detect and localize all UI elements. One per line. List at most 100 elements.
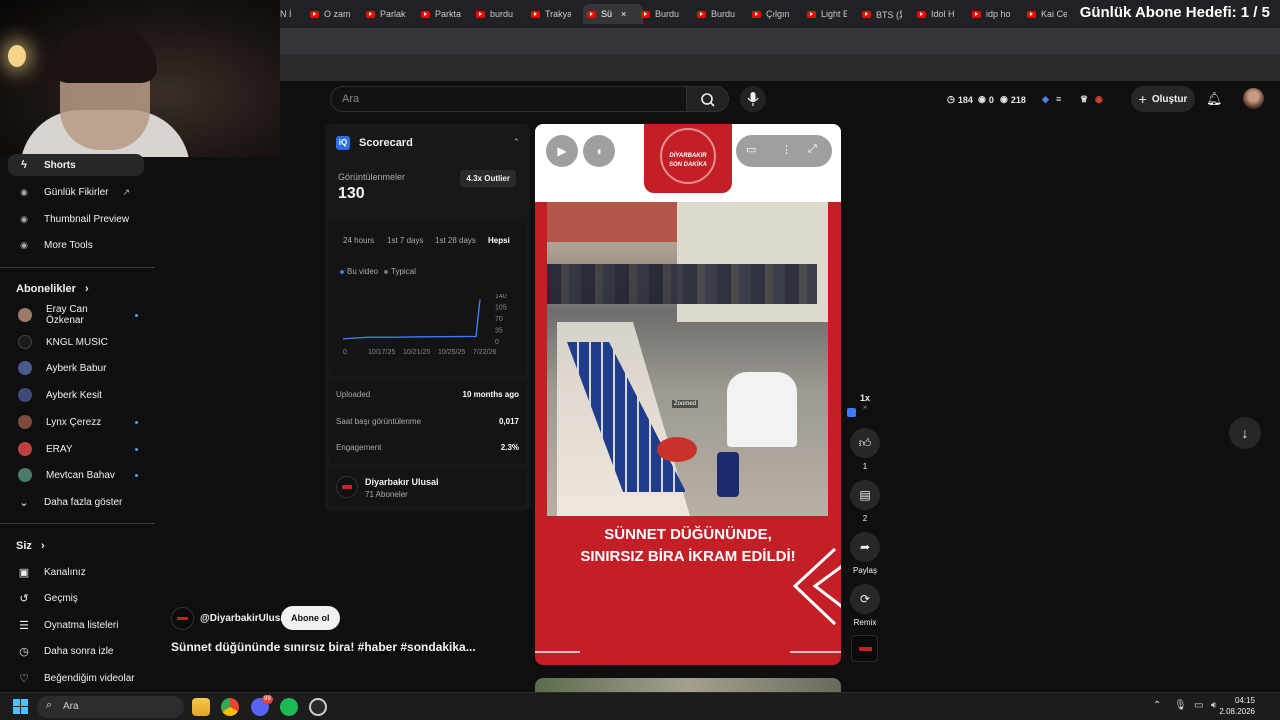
vidiq-icon[interactable]: ◈ [1042,94,1049,105]
windows-taskbar: Ara ⌕ 99 ⌃ 🎙︎ ▭ 🔉︎ 04:15 2.08.2026 [0,692,1280,720]
voice-search-button[interactable] [740,86,766,112]
browser-tab[interactable]: Çılgın [752,4,792,24]
alert-icon[interactable]: ◉ [1095,94,1103,105]
subscription-item[interactable]: Mevtcan Bahav [8,464,144,486]
youtube-favicon-icon [641,10,650,18]
browser-tab[interactable]: idp ho [972,4,1012,24]
subscription-item[interactable]: KNGL MUSIC [8,331,144,353]
browser-tab[interactable]: Idol H [917,4,957,24]
sidebar-item-more-tools[interactable]: ◉ More Tools [8,234,144,256]
sidebar: ϟ Shorts ◉ Günlük Fikirler ↗ ◉ Thumbnail… [0,154,155,692]
show-more-button[interactable]: ⌄ Daha fazla göster [8,491,144,513]
channel-avatar[interactable] [171,607,194,630]
subscription-item[interactable]: Eray Can Özkenar [8,304,144,326]
subscribe-button[interactable]: Abone ol [281,606,340,630]
display-tray-icon[interactable]: ▭ [1194,700,1203,711]
like-button[interactable]: 👍︎ [850,428,880,458]
play-button[interactable]: ▶ [546,135,578,167]
browser-tab[interactable]: Burdu [697,4,737,24]
sound-channel-avatar[interactable] [851,635,878,662]
next-short-button[interactable]: ↓ [1229,417,1261,449]
sidebar-item-thumbnail-preview[interactable]: ◉ Thumbnail Preview [8,208,144,230]
tab-all[interactable]: Hepsi [488,236,510,245]
tab-first-28-days[interactable]: 1st 28 days [435,236,476,245]
browser-tab[interactable]: BTS (异 [862,4,902,24]
sidebar-item-history[interactable]: ↺ Geçmiş [8,587,144,609]
microphone-tray-icon[interactable]: 🎙︎ [1174,700,1187,711]
tab-label: Sü [601,9,613,19]
system-clock[interactable]: 04:15 2.08.2026 [1219,695,1255,717]
browser-tab[interactable]: burdu [476,4,516,24]
captions-icon[interactable]: ▭ [746,143,756,156]
browser-tab[interactable]: Light E [807,4,847,24]
sidebar-item-gunluk-fikirler[interactable]: ◉ Günlük Fikirler ↗ [8,181,144,203]
app-icon[interactable] [309,698,327,716]
award-icon[interactable]: ♕ [1080,94,1088,105]
remix-button[interactable]: ⟳ [850,584,880,614]
search-button[interactable] [687,86,729,112]
x-tick-label: 10/21/25 [403,349,430,356]
stat-row-hourly-views: Saat başı görüntülenme 0,017 [336,417,519,426]
list-icon[interactable]: ≡ [1056,94,1061,104]
next-short-preview[interactable] [535,678,841,692]
bookmarks-bar [280,54,1280,81]
stat-value: 0,017 [498,417,519,426]
search-input[interactable]: Ara [330,86,687,112]
windows-start-icon[interactable] [13,699,29,715]
fullscreen-icon[interactable]: ⤢ [808,143,817,156]
sidebar-item-playlists[interactable]: ☰ Oynatma listeleri [8,614,144,636]
plus-icon: + [1138,91,1147,107]
mute-button[interactable]: ◖ [583,135,615,167]
vidiq-mini-icon[interactable] [847,408,856,417]
chrome-icon[interactable] [221,698,239,716]
subscription-item[interactable]: Lynx Çerezz [8,411,144,433]
tray-overflow-icon[interactable]: ⌃ [1153,700,1161,711]
subscriptions-heading[interactable]: Abonelikler › [16,283,89,295]
tab-24-hours[interactable]: 24 hours [343,236,374,245]
stat-watchtime: ◷ 184 [947,94,973,105]
chevron-decoration-icon [792,547,841,626]
browser-tab[interactable]: O zam [310,4,350,24]
subscription-item[interactable]: Ayberk Kesit [8,384,144,406]
x-tick-label: 7/22/26 [473,349,496,356]
spotify-icon[interactable] [280,698,298,716]
tab-label: O zam [324,9,350,19]
sidebar-item-liked-videos[interactable]: ♡ Beğendiğim videolar [8,667,144,689]
stat-value: 10 months ago [462,390,519,399]
play-icon: ▶ [557,144,567,158]
create-button[interactable]: + Oluştur [1131,86,1195,112]
chevron-up-icon[interactable]: ⌃ [512,137,520,148]
video-frame: Zoomed [547,202,828,516]
browser-tab[interactable]: Trakya [531,4,571,24]
account-avatar[interactable] [1243,88,1264,109]
subscription-item[interactable]: ERAY [8,438,144,460]
file-explorer-icon[interactable] [192,698,210,716]
browser-tab[interactable]: Parlak [366,4,406,24]
remix-icon: ⟳ [859,592,871,606]
subscription-item[interactable]: Ayberk Babur [8,357,144,379]
short-title[interactable]: Sünnet düğününde sınırsız bira! #haber #… [171,640,476,654]
shorts-player[interactable]: DİYARBAKIR SON DAKİKA ▶ ◖ ▭ ⋮ ⤢ Zoomed S… [535,124,841,665]
scorecard-channel[interactable]: Diyarbakır Ulusal 71 Aboneler [329,468,526,506]
browser-tab[interactable]: Sü × [583,4,643,24]
browser-tab[interactable]: Kai Ce [1027,4,1067,24]
comments-button[interactable]: ▤ [850,480,880,510]
sidebar-item-your-channel[interactable]: ▣ Kanalınız [8,561,144,583]
volume-tray-icon[interactable]: 🔉︎ [1211,700,1217,711]
close-tab-icon[interactable]: × [621,9,626,19]
sidebar-item-watch-later[interactable]: ◷ Daha sonra izle [8,640,144,662]
sidebar-item-shorts[interactable]: ϟ Shorts [8,154,144,176]
tab-first-7-days[interactable]: 1st 7 days [387,236,423,245]
browser-tab[interactable]: N İ [280,4,292,24]
taskbar-search-input[interactable]: Ara [37,696,184,718]
more-options-icon[interactable]: ⋮ [781,143,792,156]
you-title: Siz [16,540,32,552]
notifications-bell-icon[interactable]: 🔔︎ [1206,91,1223,107]
you-heading[interactable]: Siz › [16,540,45,552]
browser-tab[interactable]: Parkta [421,4,461,24]
subscriber-goal-overlay: Günlük Abone Hedefi: 1 / 5 [1079,4,1270,21]
playback-speed[interactable]: 1x [844,393,886,403]
share-button[interactable]: ➦ [850,532,880,562]
browser-tab[interactable]: Burdu [641,4,681,24]
channel-handle[interactable]: @DiyarbakirUlusal [200,613,289,624]
